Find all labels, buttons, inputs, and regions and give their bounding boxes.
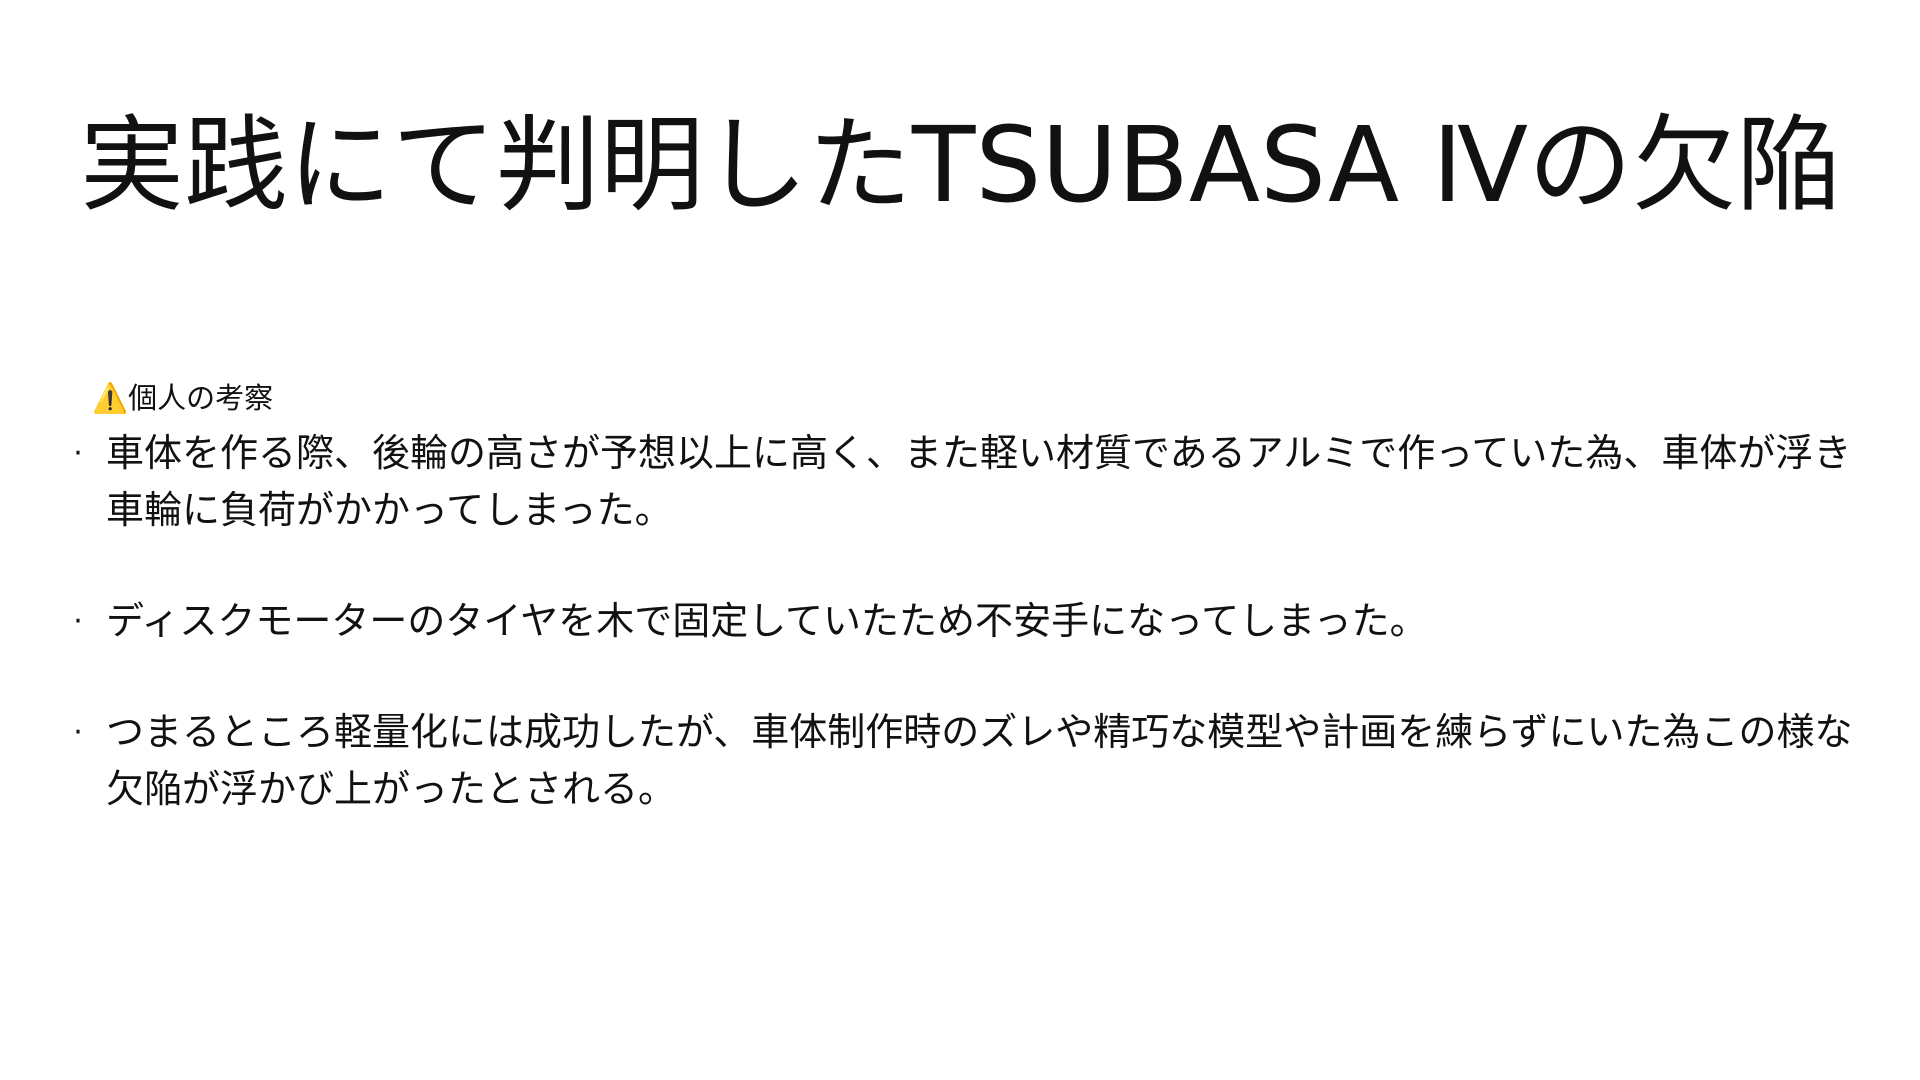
bullet-text: 車体を作る際、後輪の高さが予想以上に高く、また軽い材質であるアルミで作っていた為… <box>106 431 1852 532</box>
bullet-text: つまるところ軽量化には成功したが、車体制作時のズレや精巧な模型や計画を練らずにい… <box>106 710 1853 811</box>
bullet-marker: · <box>73 436 83 471</box>
bullet-marker: · <box>73 715 83 750</box>
bullet-text: ディスクモーターのタイヤを木で固定していたため不安手になってしまった。 <box>106 599 1428 643</box>
bullet-item: · 車体を作る際、後輪の高さが予想以上に高く、また軽い材質であるアルミで作ってい… <box>68 425 1868 539</box>
slide: 実践にて判明したTSUBASA Ⅳの欠陥 ⚠️個人の考察 · 車体を作る際、後輪… <box>0 0 1920 1080</box>
bullet-list: · 車体を作る際、後輪の高さが予想以上に高く、また軽い材質であるアルミで作ってい… <box>68 425 1868 872</box>
personal-opinion-note: ⚠️個人の考察 <box>92 381 274 415</box>
bullet-item: · ディスクモーターのタイヤを木で固定していたため不安手になってしまった。 <box>68 593 1868 650</box>
slide-title: 実践にて判明したTSUBASA Ⅳの欠陥 <box>79 104 1841 226</box>
bullet-marker: · <box>73 604 83 639</box>
bullet-item: · つまるところ軽量化には成功したが、車体制作時のズレや精巧な模型や計画を練らず… <box>68 704 1868 818</box>
